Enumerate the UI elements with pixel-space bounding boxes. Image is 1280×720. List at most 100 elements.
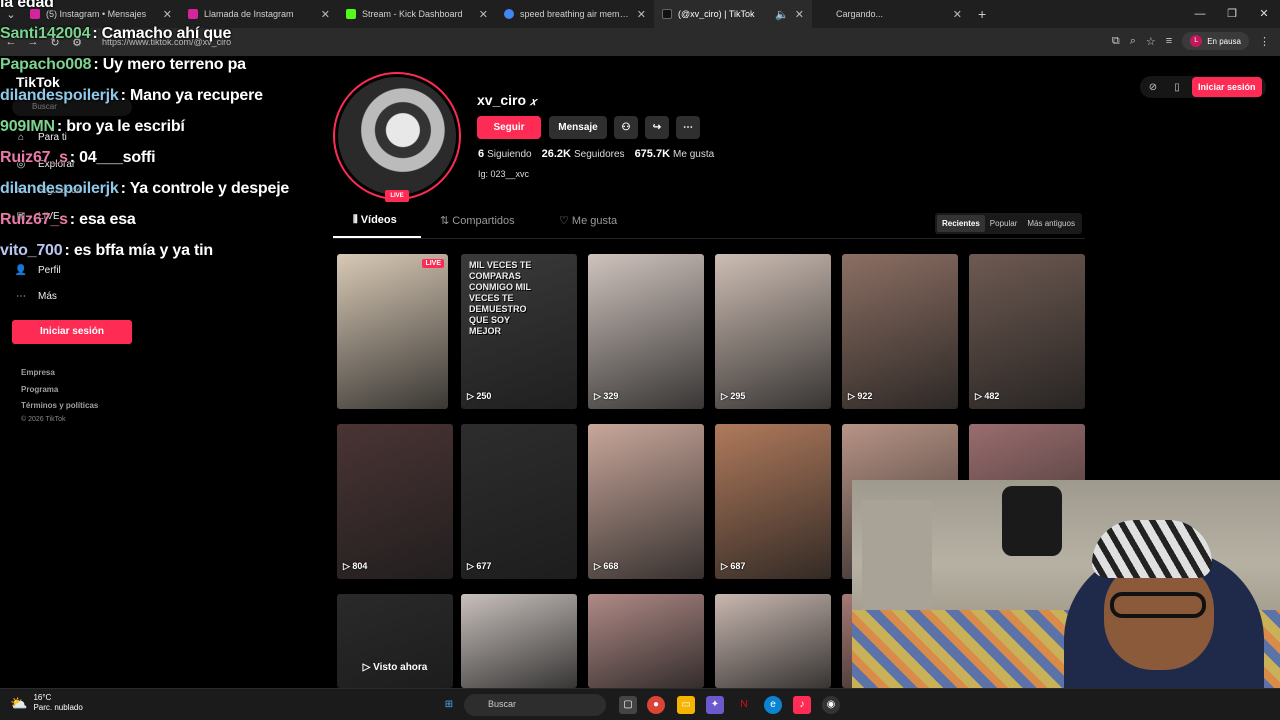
video-thumbnail[interactable]: ▷ Visto ahora bbox=[337, 594, 453, 688]
stat-followers[interactable]: 26.2K Seguidores bbox=[542, 148, 625, 160]
minimize-icon[interactable]: — bbox=[1184, 0, 1216, 28]
chat-username: dilandespoilerjk bbox=[0, 87, 119, 104]
mute-tab-icon[interactable]: 🔈 bbox=[775, 8, 789, 21]
copilot-icon[interactable]: ✦ bbox=[706, 696, 724, 714]
zoom-icon[interactable]: ⌕ bbox=[1130, 35, 1136, 48]
footer-link[interactable]: Empresa bbox=[21, 368, 55, 377]
video-thumbnail[interactable]: ▷ 482 bbox=[969, 254, 1085, 409]
file-explorer-icon[interactable]: ▭ bbox=[677, 696, 695, 714]
video-thumbnail[interactable] bbox=[715, 594, 831, 688]
video-thumbnail[interactable]: MIL VECES TE COMPARAS CONMIGO MIL VECES … bbox=[461, 254, 577, 409]
play-icon: ▷ bbox=[975, 391, 985, 401]
close-tab-icon[interactable]: ✕ bbox=[479, 8, 488, 21]
browser-tab[interactable]: speed breathing air meme - Bu✕ bbox=[496, 0, 654, 28]
chat-text: : Camacho ahí que bbox=[92, 25, 232, 42]
video-thumbnail[interactable]: ▷ 677 bbox=[461, 424, 577, 579]
chat-text: : Mano ya recupere bbox=[120, 87, 263, 104]
weather-cloud-icon: ⛅ bbox=[10, 694, 28, 711]
chat-message: la edad bbox=[0, 0, 330, 25]
edge-icon[interactable]: e bbox=[764, 696, 782, 714]
netflix-icon[interactable]: N bbox=[735, 696, 753, 714]
weather-widget[interactable]: ⛅ 16°C Parc. nublado bbox=[10, 693, 83, 713]
follow-button[interactable]: Seguir bbox=[477, 116, 541, 139]
top-login-button[interactable]: Iniciar sesión bbox=[1192, 77, 1262, 97]
sort-mas-antiguos[interactable]: Más antiguos bbox=[1022, 215, 1080, 232]
close-tab-icon[interactable]: ✕ bbox=[637, 8, 646, 21]
play-icon: ▷ bbox=[594, 391, 604, 401]
video-thumbnail[interactable]: ▷ 329 bbox=[588, 254, 704, 409]
video-thumbnail[interactable]: ▷ 922 bbox=[842, 254, 958, 409]
view-count: ▷ 668 bbox=[594, 561, 619, 571]
stat-following[interactable]: 6 Siguiendo bbox=[478, 148, 532, 160]
video-thumbnail[interactable]: ▷ 295 bbox=[715, 254, 831, 409]
chat-text: : esa esa bbox=[69, 211, 136, 228]
tab-liked[interactable]: ♡ Me gusta bbox=[559, 214, 617, 227]
sidebar-login-button[interactable]: Iniciar sesión bbox=[12, 320, 132, 344]
view-count: ▷ 295 bbox=[721, 391, 746, 401]
chrome-icon[interactable]: ● bbox=[647, 696, 665, 714]
loading-icon bbox=[820, 9, 830, 19]
view-count: ▷ 922 bbox=[848, 391, 873, 401]
profile-avatar[interactable] bbox=[333, 72, 461, 200]
view-count: ▷ 804 bbox=[343, 561, 368, 571]
chat-username: vito_700 bbox=[0, 242, 63, 259]
more-options-icon[interactable]: ⋯ bbox=[676, 116, 700, 139]
video-caption-overlay: MIL VECES TE COMPARAS CONMIGO MIL VECES … bbox=[469, 260, 532, 336]
add-friend-icon[interactable]: ⚇ bbox=[614, 116, 638, 139]
video-thumbnail[interactable] bbox=[461, 594, 577, 688]
chat-username: la edad bbox=[0, 0, 54, 11]
browser-tab[interactable]: Cargando... ✕ bbox=[812, 0, 970, 28]
tab-shared[interactable]: ⇅ Compartidos bbox=[440, 214, 515, 227]
browser-tab[interactable]: Stream - Kick Dashboard ✕ bbox=[338, 0, 496, 28]
taskbar-search-input[interactable]: Buscar bbox=[464, 694, 606, 716]
sidebar-item-mas[interactable]: ⋯ Más bbox=[14, 291, 57, 302]
video-thumbnail[interactable]: ▷ 804 bbox=[337, 424, 453, 579]
chat-text: : Ya controle y despeje bbox=[120, 180, 290, 197]
video-thumbnail[interactable] bbox=[588, 594, 704, 688]
menu-dots-icon[interactable]: ⋮ bbox=[1259, 35, 1270, 48]
footer-link[interactable]: Términos y políticas bbox=[21, 401, 98, 410]
profile-pause-button[interactable]: L En pausa bbox=[1182, 32, 1249, 50]
maximize-icon[interactable]: ❐ bbox=[1216, 0, 1248, 28]
stat-likes: 675.7K Me gusta bbox=[634, 148, 715, 160]
webcam-backpack bbox=[1002, 486, 1062, 556]
play-icon: ▷ bbox=[721, 391, 731, 401]
play-icon: ▷ bbox=[362, 662, 374, 673]
phone-app-icon[interactable]: ▯ bbox=[1168, 82, 1186, 93]
tiktok-icon bbox=[662, 9, 672, 19]
chat-username: Ruiz67_s bbox=[0, 211, 68, 228]
chat-message: Papacho008: Uy mero terreno pa bbox=[0, 56, 330, 87]
window-controls: — ❐ ✕ bbox=[1184, 0, 1280, 28]
video-thumbnail[interactable]: ▷ 687 bbox=[715, 424, 831, 579]
reading-list-icon[interactable]: ≡ bbox=[1166, 35, 1172, 47]
video-thumbnail[interactable]: ▷ 668 bbox=[588, 424, 704, 579]
windows-start-icon[interactable]: ⊞ bbox=[440, 696, 458, 714]
tiktok-taskbar-icon[interactable]: ♪ bbox=[793, 696, 811, 714]
video-thumbnail[interactable]: LIVE bbox=[337, 254, 448, 409]
play-icon: ▷ bbox=[343, 561, 353, 571]
share-icon[interactable]: ↪ bbox=[645, 116, 669, 139]
task-view-icon[interactable]: ▢ bbox=[619, 696, 637, 714]
chat-message: dilandespoilerjk: Ya controle y despeje bbox=[0, 180, 330, 211]
app-taskbar-icon[interactable]: ◉ bbox=[822, 696, 840, 714]
tab-videos[interactable]: ⫴ Vídeos bbox=[353, 214, 397, 227]
footer-link[interactable]: Programa bbox=[21, 385, 58, 394]
profile-username: xv_ciro 𝑥 bbox=[477, 92, 537, 108]
sort-popular[interactable]: Popular bbox=[985, 215, 1023, 232]
bookmark-star-icon[interactable]: ☆ bbox=[1146, 35, 1156, 48]
close-window-icon[interactable]: ✕ bbox=[1248, 0, 1280, 28]
new-tab-icon[interactable]: + bbox=[970, 6, 994, 22]
play-icon: ▷ bbox=[721, 561, 731, 571]
sort-recientes[interactable]: Recientes bbox=[937, 215, 985, 232]
share-x-icon[interactable]: 𝑥 bbox=[530, 96, 536, 108]
coin-icon[interactable]: ⊘ bbox=[1144, 82, 1162, 93]
chat-message: Santi142004: Camacho ahí que bbox=[0, 25, 330, 56]
install-app-icon[interactable]: ⧉ bbox=[1112, 35, 1120, 48]
close-tab-icon[interactable]: ✕ bbox=[953, 8, 962, 21]
live-badge[interactable]: LIVE bbox=[385, 190, 409, 202]
close-tab-icon[interactable]: ✕ bbox=[795, 8, 804, 21]
chat-username: Ruiz67_s bbox=[0, 149, 68, 166]
view-count: ▷ 482 bbox=[975, 391, 1000, 401]
browser-tab-active[interactable]: (@xv_ciro) | TikTok 🔈 ✕ bbox=[654, 0, 812, 28]
message-button[interactable]: Mensaje bbox=[549, 116, 607, 139]
